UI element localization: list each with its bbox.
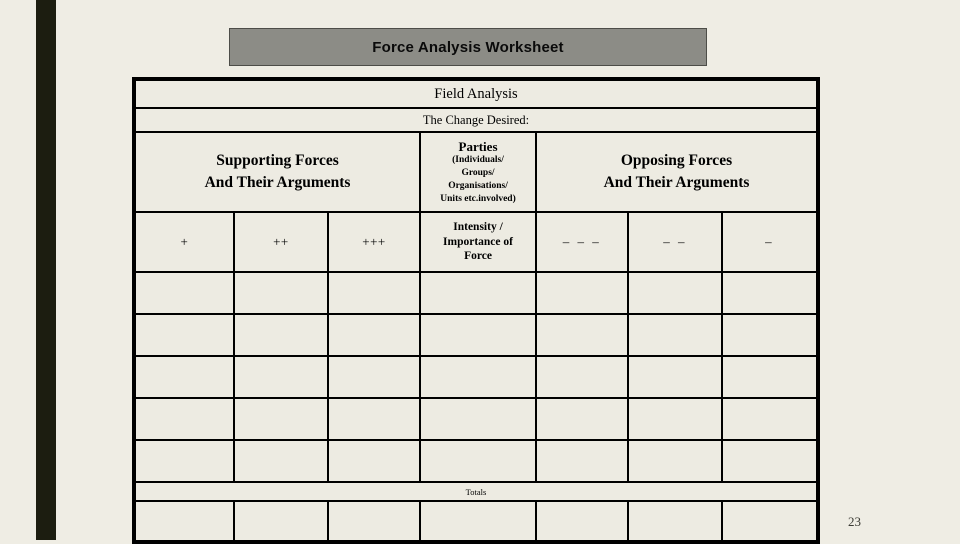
totals-cell-4[interactable]	[419, 500, 537, 542]
cell-r5c5[interactable]	[534, 439, 630, 483]
cell-r4c3[interactable]	[326, 397, 422, 441]
cell-r1c6[interactable]	[627, 271, 724, 315]
cell-r4c6[interactable]	[627, 397, 724, 441]
totals-cell-7[interactable]	[721, 500, 818, 542]
supporting-forces-header: Supporting Forces And Their Arguments	[133, 131, 422, 213]
totals-cell-3[interactable]	[326, 500, 422, 542]
cell-r5c4[interactable]	[419, 439, 537, 483]
intensity-line1: Intensity /	[453, 220, 503, 233]
cell-r1c1[interactable]	[134, 271, 235, 315]
opposing-forces-header: Opposing Forces And Their Arguments	[534, 131, 819, 213]
cell-r3c5[interactable]	[534, 355, 630, 399]
opposing-forces-line2: And Their Arguments	[603, 174, 750, 191]
cell-r4c2[interactable]	[232, 397, 329, 441]
slide-canvas: Force Analysis Worksheet Field Analysis …	[0, 0, 960, 544]
worksheet-table: Field Analysis The Change Desired: Suppo…	[133, 79, 819, 542]
parties-title: Parties	[458, 138, 498, 154]
cell-r4c5[interactable]	[534, 397, 630, 441]
cell-r2c4[interactable]	[419, 313, 537, 357]
cell-r3c7[interactable]	[721, 355, 818, 399]
left-accent-bar	[36, 0, 56, 540]
field-analysis-banner: Field Analysis	[134, 79, 818, 109]
change-desired-row[interactable]: The Change Desired:	[134, 107, 818, 133]
cell-r2c6[interactable]	[627, 313, 724, 357]
banner-row: Field Analysis	[134, 79, 818, 109]
cell-r3c1[interactable]	[134, 355, 235, 399]
parties-header: Parties (Individuals/ Groups/ Organisati…	[419, 131, 537, 213]
parties-sub-line4: Units etc.involved)	[440, 193, 516, 204]
scale-plus-2: ++	[232, 211, 329, 273]
cell-r5c1[interactable]	[134, 439, 235, 483]
totals-cell-1[interactable]	[134, 500, 235, 542]
totals-values-row	[134, 500, 818, 542]
table-row	[134, 271, 818, 315]
intensity-header: Intensity / Importance of Force	[419, 211, 537, 273]
totals-label: Totals	[134, 481, 818, 502]
cell-r1c4[interactable]	[419, 271, 537, 315]
cell-r1c3[interactable]	[326, 271, 422, 315]
cell-r5c3[interactable]	[326, 439, 422, 483]
cell-r3c2[interactable]	[232, 355, 329, 399]
cell-r2c5[interactable]	[534, 313, 630, 357]
parties-sub-line1: (Individuals/	[452, 155, 504, 166]
intensity-line2: Importance of	[443, 235, 513, 248]
cell-r3c6[interactable]	[627, 355, 724, 399]
cell-r3c3[interactable]	[326, 355, 422, 399]
opposing-forces-title: Opposing Forces And Their Arguments	[537, 150, 816, 195]
table-row	[134, 397, 818, 441]
cell-r5c7[interactable]	[721, 439, 818, 483]
parties-sub-line3: Organisations/	[448, 180, 508, 191]
slide-title-plaque: Force Analysis Worksheet	[229, 28, 707, 66]
totals-cell-5[interactable]	[534, 500, 630, 542]
scale-row: + ++ +++ Intensity / Importance of Force…	[134, 211, 818, 273]
parties-subtitle: (Individuals/ Groups/ Organisations/ Uni…	[421, 154, 535, 205]
table-row	[134, 313, 818, 357]
table-row	[134, 355, 818, 399]
opposing-forces-line1: Opposing Forces	[620, 151, 733, 169]
scale-minus-2: – –	[627, 211, 724, 273]
cell-r1c7[interactable]	[721, 271, 818, 315]
change-desired-field[interactable]: The Change Desired:	[134, 107, 818, 133]
cell-r4c7[interactable]	[721, 397, 818, 441]
cell-r2c2[interactable]	[232, 313, 329, 357]
parties-sub-line2: Groups/	[461, 167, 495, 178]
intensity-line3: Force	[464, 250, 492, 263]
cell-r4c4[interactable]	[419, 397, 537, 441]
scale-plus-3: +++	[326, 211, 422, 273]
intensity-label: Intensity / Importance of Force	[421, 220, 535, 264]
cell-r2c1[interactable]	[134, 313, 235, 357]
page-title: Force Analysis Worksheet	[372, 38, 564, 56]
scale-minus-1: –	[721, 211, 818, 273]
page-number: 23	[848, 514, 861, 529]
cell-r1c2[interactable]	[232, 271, 329, 315]
supporting-forces-line1: Supporting Forces	[216, 151, 339, 169]
cell-r5c2[interactable]	[232, 439, 329, 483]
cell-r2c3[interactable]	[326, 313, 422, 357]
scale-plus-1: +	[134, 211, 235, 273]
force-analysis-worksheet: Field Analysis The Change Desired: Suppo…	[132, 77, 820, 544]
supporting-forces-title: Supporting Forces And Their Arguments	[136, 150, 419, 195]
cell-r4c1[interactable]	[134, 397, 235, 441]
totals-label-row: Totals	[134, 481, 818, 502]
cell-r2c7[interactable]	[721, 313, 818, 357]
cell-r5c6[interactable]	[627, 439, 724, 483]
scale-minus-3: – – –	[534, 211, 630, 273]
cell-r3c4[interactable]	[419, 355, 537, 399]
totals-cell-2[interactable]	[232, 500, 329, 542]
totals-cell-6[interactable]	[627, 500, 724, 542]
supporting-forces-line2: And Their Arguments	[204, 174, 351, 191]
table-row	[134, 439, 818, 483]
cell-r1c5[interactable]	[534, 271, 630, 315]
group-header-row: Supporting Forces And Their Arguments Pa…	[133, 131, 819, 213]
